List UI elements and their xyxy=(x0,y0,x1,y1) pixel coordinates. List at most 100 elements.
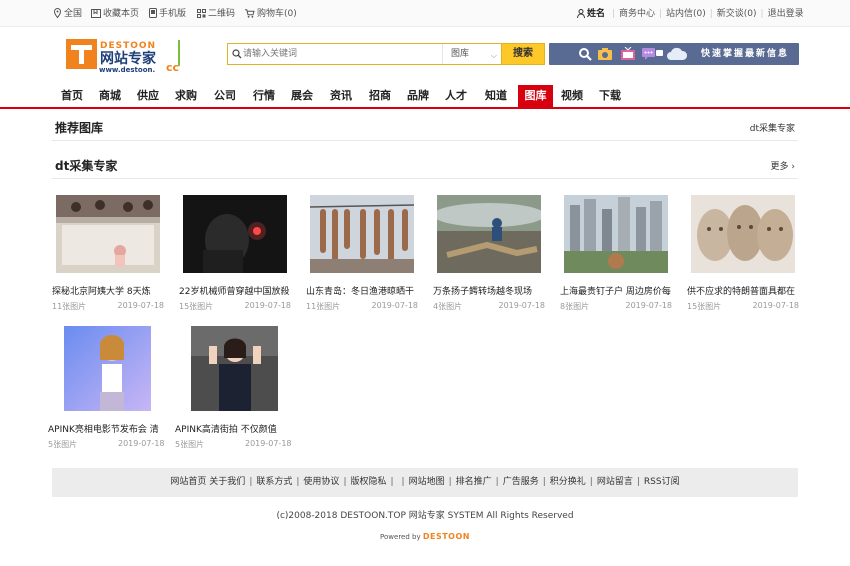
magnifier-icon xyxy=(579,48,592,61)
username-link[interactable]: 姓名 xyxy=(577,9,608,19)
site-logo[interactable]: DESTOON 网站专家 www.destoon. cc xyxy=(66,38,182,74)
gallery-card-title[interactable]: 万条扬子鳄转场越冬现场 xyxy=(433,284,545,297)
nav-item[interactable]: 图库 xyxy=(518,85,553,107)
nav-item[interactable]: 视频 xyxy=(553,85,591,107)
location-link[interactable]: 全国 xyxy=(53,7,82,20)
footer-link[interactable]: 排名推广 xyxy=(456,477,492,487)
footer-link[interactable]: 关于我们 xyxy=(209,477,245,487)
search-category-select[interactable]: 图库 ⌵ xyxy=(442,44,501,64)
gallery-card-date: 2019-07-18 xyxy=(245,439,292,448)
location-pin-icon xyxy=(53,7,62,19)
top-bar: 全国 收藏本页 手机版 二维码 购物车(0) 姓名 | 商务中心 | 站内信(0) | 新… xyxy=(0,0,850,27)
favorite-link[interactable]: 收藏本页 xyxy=(91,8,139,20)
separator: | xyxy=(709,9,713,19)
search-input[interactable] xyxy=(228,44,442,64)
feature-banner[interactable]: 快速掌握最新信息 xyxy=(549,43,799,65)
cart-link[interactable]: 购物车(0) xyxy=(245,8,297,20)
nav-item[interactable]: 招商 xyxy=(361,85,399,107)
business-center-link[interactable]: 商务中心 xyxy=(619,9,655,19)
separator: | xyxy=(249,477,253,487)
gallery-card-date: 2019-07-18 xyxy=(625,301,673,310)
gallery-card-count: 5张图片 xyxy=(175,440,205,449)
qrcode-link[interactable]: 二维码 xyxy=(197,8,235,20)
nav-item[interactable]: 下载 xyxy=(591,85,629,107)
gallery-card-count: 8张图片 xyxy=(560,302,590,311)
mobile-label: 手机版 xyxy=(159,9,187,19)
gallery-thumbnail[interactable] xyxy=(691,195,795,273)
messages-link[interactable]: 站内信(0) xyxy=(666,9,706,19)
nav-item[interactable]: 商城 xyxy=(91,85,129,107)
gallery-card-count: 11张图片 xyxy=(52,302,87,311)
gallery-thumbnail[interactable] xyxy=(64,326,151,411)
nav-item[interactable]: 人才 xyxy=(437,85,475,107)
footer-link[interactable]: 积分换礼 xyxy=(550,477,586,487)
footer-link[interactable]: 网站首页 xyxy=(170,477,206,487)
nav-underline xyxy=(0,107,850,109)
gallery-card-date: 2019-07-18 xyxy=(118,439,165,448)
gallery-card[interactable]: APINK亮相电影节发布会 清 5张图片 2019-07-18 xyxy=(48,326,168,449)
mobile-phone-icon xyxy=(149,8,157,18)
nav-item[interactable]: 资讯 xyxy=(321,85,361,107)
logo-brand: DESTOON xyxy=(100,41,156,51)
logo-name: 网站专家 xyxy=(100,50,157,67)
user-icon xyxy=(577,9,585,19)
nav-item[interactable]: 供应 xyxy=(129,85,167,107)
nav-item[interactable]: 首页 xyxy=(53,85,91,107)
gallery-thumbnail[interactable] xyxy=(191,326,278,411)
recommend-category-link[interactable]: dt采集专家 xyxy=(750,121,795,134)
nav-item[interactable]: 展会 xyxy=(283,85,321,107)
gallery-card[interactable]: APINK高清街拍 不仅颜值 5张图片 2019-07-18 xyxy=(175,326,295,449)
powered-label: Powered by xyxy=(380,533,421,541)
username: 姓名 xyxy=(587,9,606,19)
gallery-card[interactable]: 22岁机械师曾穿越中国放殺 15张图片 2019-07-18 xyxy=(179,195,291,311)
footer-link[interactable]: 联系方式 xyxy=(256,477,292,487)
gallery-card-count: 15张图片 xyxy=(179,302,214,311)
gallery-card[interactable]: 上海最贵钉子户 周边房价每 8张图片 2019-07-18 xyxy=(560,195,672,311)
gallery-card-title[interactable]: 上海最贵钉子户 周边房价每 xyxy=(560,284,672,297)
gallery-thumbnail[interactable] xyxy=(564,195,668,273)
gallery-card-date: 2019-07-18 xyxy=(371,301,419,310)
gallery-card[interactable]: 探秘北京阿姨大学 8天炼 11张图片 2019-07-18 xyxy=(52,195,164,311)
gallery-thumbnail[interactable] xyxy=(56,195,160,273)
gallery-card-title[interactable]: 供不应求的特朗普面具都在 xyxy=(687,284,799,297)
footer-link[interactable]: RSS订阅 xyxy=(644,477,680,487)
gallery-card-title[interactable]: 22岁机械师曾穿越中国放殺 xyxy=(179,284,291,297)
footer-link[interactable]: 使用协议 xyxy=(303,477,339,487)
chevron-right-icon: › xyxy=(791,162,795,172)
favorite-label: 收藏本页 xyxy=(103,9,140,19)
logout-link[interactable]: 退出登录 xyxy=(768,9,804,19)
gallery-card[interactable]: 山东青岛：冬日渔港晾晒干 11张图片 2019-07-18 xyxy=(306,195,418,311)
gallery-card-count: 4张图片 xyxy=(433,302,463,311)
destoon-logo: DESTOON 网站专家 www.destoon. cc xyxy=(66,39,180,74)
gallery-card-title[interactable]: 山东青岛：冬日渔港晾晒干 xyxy=(306,284,418,297)
gallery-card-title[interactable]: APINK高清街拍 不仅颜值 xyxy=(175,422,287,435)
separator: | xyxy=(589,477,593,487)
gallery-thumbnail[interactable] xyxy=(183,195,287,273)
nav-item[interactable]: 行情 xyxy=(245,85,283,107)
main-nav: 首页 商城 供应 求购 公司 行情 展会 资讯 招商 品牌 人才 知道 图库 视频 下载 xyxy=(0,85,850,109)
gallery-thumbnail[interactable] xyxy=(310,195,414,273)
gallery-card-title[interactable]: 探秘北京阿姨大学 8天炼 xyxy=(52,284,164,297)
nav-item[interactable]: 知道 xyxy=(475,85,517,107)
user-menu: 姓名 | 商务中心 | 站内信(0) | 新交谈(0) | 退出登录 xyxy=(577,8,804,20)
recommend-title: 推荐图库 xyxy=(55,121,104,135)
search-category-value: 图库 xyxy=(451,49,470,59)
footer-link[interactable]: 版权隐私 xyxy=(350,477,386,487)
nav-item[interactable]: 品牌 xyxy=(399,85,437,107)
footer-link[interactable]: 网站留言 xyxy=(597,477,633,487)
nav-item[interactable]: 公司 xyxy=(205,85,245,107)
footer-link[interactable]: 网站地图 xyxy=(409,477,445,487)
footer-link[interactable]: 广告服务 xyxy=(503,477,539,487)
gallery-thumbnail[interactable] xyxy=(437,195,541,273)
gallery-card[interactable]: 供不应求的特朗普面具都在 15张图片 2019-07-18 xyxy=(687,195,799,311)
gallery-card-title[interactable]: APINK亮相电影节发布会 清 xyxy=(48,422,160,435)
search-box: 图库 ⌵ 搜索 xyxy=(227,43,545,65)
gallery-card-date: 2019-07-18 xyxy=(498,301,546,310)
gallery-card[interactable]: 万条扬子鳄转场越冬现场 4张图片 2019-07-18 xyxy=(433,195,545,311)
nav-item[interactable]: 求购 xyxy=(167,85,205,107)
new-chats-link[interactable]: 新交谈(0) xyxy=(717,9,757,19)
search-button[interactable]: 搜索 xyxy=(501,44,544,64)
gallery-header: dt采集专家 更多 › xyxy=(52,149,798,179)
more-link[interactable]: 更多 › xyxy=(771,159,796,172)
mobile-link[interactable]: 手机版 xyxy=(149,8,186,20)
